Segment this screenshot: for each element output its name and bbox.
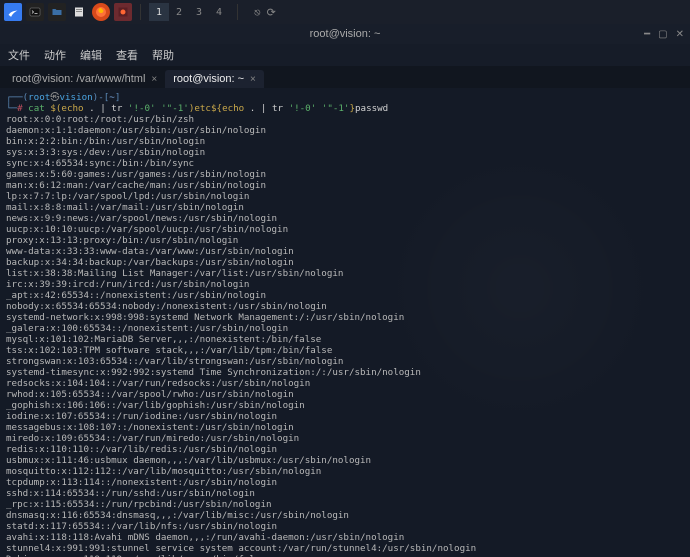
workspace-3[interactable]: 3 [189, 3, 209, 21]
cmd-cat: cat [28, 103, 45, 114]
system-tray: ⎋ ⟳ [254, 6, 276, 19]
cmd-token: . [89, 103, 95, 114]
cmd-token: . [250, 103, 256, 114]
burp-icon[interactable] [114, 3, 132, 21]
cmd-token: '"-1' [161, 103, 189, 114]
cmd-token: | [100, 103, 106, 114]
terminal-tabbar: root@vision: /var/www/html × root@vision… [0, 66, 690, 88]
window-title: root@vision: ~ [310, 28, 381, 40]
terminal-tab-1[interactable]: root@vision: ~ × [165, 70, 264, 88]
workspace-1[interactable]: 1 [149, 3, 169, 21]
close-icon[interactable]: × [250, 74, 256, 85]
kali-menu-icon[interactable] [4, 3, 22, 21]
minimize-button[interactable]: ━ [644, 29, 650, 40]
cmd-token: '!-0' [128, 103, 156, 114]
cmd-token: '"-1' [322, 103, 350, 114]
prompt-decoration: └─ [6, 103, 17, 114]
tray-icon-1[interactable]: ⎋ [254, 6, 261, 19]
cmd-token: passwd [355, 103, 388, 114]
cmd-token: | [261, 103, 267, 114]
taskbar-separator [237, 4, 238, 20]
close-button[interactable]: ✕ [676, 29, 684, 40]
prompt-decoration: ┌──( [6, 92, 28, 103]
window-titlebar: root@vision: ~ ━ ▢ ✕ [0, 24, 690, 44]
menu-help[interactable]: 帮助 [152, 47, 174, 63]
tray-icon-2[interactable]: ⟳ [267, 6, 276, 19]
cmd-token: tr [272, 103, 283, 114]
workspace-2[interactable]: 2 [169, 3, 189, 21]
cmd-token: etc [194, 103, 211, 114]
menu-edit[interactable]: 编辑 [80, 47, 102, 63]
prompt-decoration: )-[ [93, 92, 110, 103]
prompt-user: root [28, 92, 50, 103]
menu-actions[interactable]: 动作 [44, 47, 66, 63]
workspace-4[interactable]: 4 [209, 3, 229, 21]
close-icon[interactable]: × [151, 74, 157, 85]
cmd-token: echo [222, 103, 244, 114]
menu-view[interactable]: 查看 [116, 47, 138, 63]
terminal-output[interactable]: ┌──(root㉿vision)-[~] └─# cat $(echo . | … [0, 88, 690, 557]
tab-label: root@vision: /var/www/html [12, 73, 145, 85]
cmd-token: echo [61, 103, 83, 114]
terminal-launcher-icon[interactable] [26, 3, 44, 21]
menu-file[interactable]: 文件 [8, 47, 30, 63]
taskbar-separator [140, 4, 141, 20]
text-editor-icon[interactable] [70, 3, 88, 21]
prompt-hash: # [17, 103, 23, 114]
prompt-host: vision [59, 92, 92, 103]
taskbar: 1 2 3 4 ⎋ ⟳ [0, 0, 690, 24]
prompt-decoration: ] [115, 92, 121, 103]
workspace-switcher[interactable]: 1 2 3 4 [149, 3, 229, 21]
maximize-button[interactable]: ▢ [658, 29, 667, 40]
terminal-tab-0[interactable]: root@vision: /var/www/html × [4, 70, 165, 88]
cmd-token: tr [111, 103, 122, 114]
menu-bar: 文件 动作 编辑 查看 帮助 [0, 44, 690, 66]
firefox-icon[interactable] [92, 3, 110, 21]
tab-label: root@vision: ~ [173, 73, 244, 85]
cmd-token: '!-0' [289, 103, 317, 114]
file-manager-icon[interactable] [48, 3, 66, 21]
